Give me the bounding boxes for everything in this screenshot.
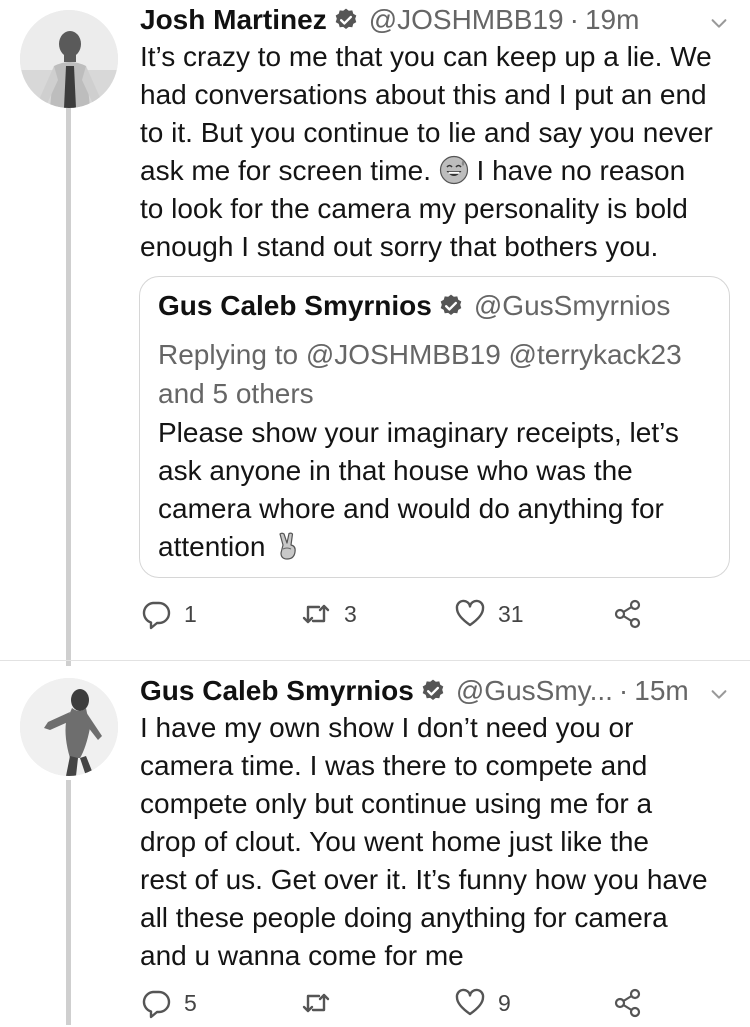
reply-context-line: Replying to @JOSHMBB19 @terrykack23 <box>158 339 682 370</box>
quoted-author-handle: @GusSmyrnios <box>473 290 671 321</box>
like-button[interactable]: 31 <box>454 598 524 630</box>
thread-line <box>66 108 71 666</box>
tweet-text-line: ask me for screen time. I have no reason <box>140 152 740 190</box>
avatar-image <box>20 10 118 108</box>
quoted-author-name: Gus Caleb Smyrnios <box>158 290 432 321</box>
tweet-text-segment: ask me for screen time. <box>140 155 431 186</box>
quoted-text-segment: attention <box>158 531 266 562</box>
retweet-button[interactable]: 3 <box>300 598 357 630</box>
tweet-text-line: compete only but continue using me for a <box>140 788 653 819</box>
verified-badge-icon <box>333 7 359 33</box>
tweet-text-line: It’s crazy to me that you can keep up a … <box>140 41 712 72</box>
retweet-icon <box>302 604 330 624</box>
quoted-reply-context: Replying to @JOSHMBB19 @terrykack23 and … <box>158 335 682 413</box>
like-count: 9 <box>498 989 511 1016</box>
tweet-text-line: and u wanna come for me <box>140 940 464 971</box>
author-name[interactable]: Josh Martinez <box>140 4 327 36</box>
tweet-text-segment: I have no reason <box>476 155 686 186</box>
tweet-divider <box>0 660 750 661</box>
quoted-text-line: ask anyone in that house who was the <box>158 455 633 486</box>
victory-hand-emoji-icon <box>273 531 303 561</box>
verified-badge-icon <box>438 293 464 319</box>
chevron-down-icon[interactable] <box>708 680 730 702</box>
tweet-text-line: to it. But you continue to lie and say y… <box>140 117 713 148</box>
retweet-icon <box>302 993 330 1013</box>
reply-count: 5 <box>184 989 197 1016</box>
tweet-header: Gus Caleb Smyrnios @GusSmy... · 15m <box>140 671 730 711</box>
avatar[interactable] <box>20 10 118 108</box>
tweet-body: It’s crazy to me that you can keep up a … <box>140 38 740 266</box>
like-count: 31 <box>498 600 524 627</box>
tweet-text-line: to look for the camera my personality is… <box>140 193 688 224</box>
author-handle[interactable]: @JOSHMBB19 <box>369 4 564 36</box>
reply-context-line: and 5 others <box>158 378 314 409</box>
heart-icon <box>455 988 485 1016</box>
quoted-tweet-body: Please show your imaginary receipts, let… <box>158 414 679 566</box>
tweet-text-line: rest of us. Get over it. It’s funny how … <box>140 864 708 895</box>
grinning-sweat-emoji-icon <box>439 155 469 185</box>
like-button[interactable]: 9 <box>454 987 511 1019</box>
separator-dot: · <box>569 4 579 35</box>
tweet-text-line: had conversations about this and I put a… <box>140 79 707 110</box>
tweet-text-line: all these people doing anything for came… <box>140 902 668 933</box>
share-icon <box>614 988 641 1018</box>
reply-count: 1 <box>184 600 197 627</box>
tweet-actions: 1 3 31 <box>140 598 660 638</box>
tweet-text-line: camera time. I was there to compete and <box>140 750 648 781</box>
thread-line <box>66 780 71 1025</box>
heart-icon <box>455 599 485 627</box>
tweet-header: Josh Martinez @JOSHMBB19 · 19m <box>140 0 730 40</box>
quoted-text-line: camera whore and would do anything for <box>158 493 664 524</box>
tweet-actions: 5 9 <box>140 987 660 1027</box>
share-button[interactable] <box>612 598 644 630</box>
tweet-body: I have my own show I don’t need you or c… <box>140 709 740 975</box>
author-handle[interactable]: @GusSmy... <box>456 675 613 707</box>
chevron-down-icon[interactable] <box>708 9 730 31</box>
timestamp[interactable]: 15m <box>634 675 688 707</box>
quoted-tweet-header: Gus Caleb Smyrnios @GusSmyrnios <box>158 290 670 322</box>
tweet-text-line: enough I stand out sorry that bothers yo… <box>140 231 659 262</box>
avatar[interactable] <box>20 678 118 776</box>
retweet-button[interactable] <box>300 987 344 1019</box>
reply-icon <box>142 601 171 630</box>
separator-dot: · <box>618 675 629 706</box>
tweet-text-line: I have my own show I don’t need you or <box>140 712 634 743</box>
quoted-text-line: attention <box>158 528 679 566</box>
author-name[interactable]: Gus Caleb Smyrnios <box>140 675 414 707</box>
verified-badge-icon <box>420 678 446 704</box>
reply-button[interactable]: 5 <box>140 987 197 1019</box>
quoted-tweet-card[interactable]: Gus Caleb Smyrnios @GusSmyrnios Replying… <box>139 276 730 578</box>
reply-button[interactable]: 1 <box>140 598 197 630</box>
share-icon <box>614 599 641 629</box>
tweet-text-line: drop of clout. You went home just like t… <box>140 826 649 857</box>
reply-icon <box>142 990 171 1019</box>
avatar-image <box>20 678 118 776</box>
quoted-text-line: Please show your imaginary receipts, let… <box>158 417 679 448</box>
timestamp[interactable]: 19m <box>585 4 639 36</box>
retweet-count: 3 <box>344 600 357 627</box>
share-button[interactable] <box>612 987 644 1019</box>
